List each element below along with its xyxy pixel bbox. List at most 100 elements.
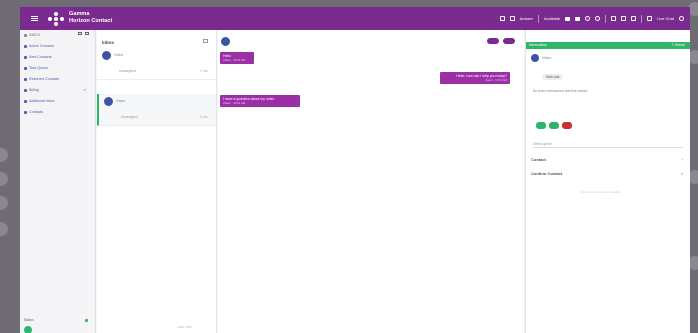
- resolved-icon: [24, 77, 27, 81]
- queue-select[interactable]: Select queue: [533, 142, 683, 148]
- phone-icon[interactable]: [585, 16, 591, 21]
- transfer-button[interactable]: [487, 38, 499, 44]
- status-text: Status: [24, 318, 34, 322]
- conversation-tag: Unassigned: [119, 69, 136, 73]
- sent-icon: [24, 55, 27, 59]
- bg-dot: [0, 148, 8, 162]
- section-label: Contact: [531, 157, 546, 162]
- sidebar-item-sent-contacts[interactable]: Sent Contacts: [24, 54, 52, 60]
- conversation-tag: Unassigned: [121, 115, 138, 119]
- contact-actions: [536, 122, 572, 129]
- billing-icon: [24, 88, 27, 92]
- avatar: [531, 54, 539, 62]
- sidebar-item-label: Resolved Contacts: [29, 77, 60, 81]
- chevron-down-icon[interactable]: ▾: [84, 87, 86, 93]
- message-meta: Visitor · 10:14 AM: [223, 58, 246, 63]
- calendar-icon[interactable]: [509, 16, 515, 21]
- sidebar-item-additional-inbox[interactable]: Additional Inbox: [24, 98, 55, 104]
- details-title: Information: [529, 43, 547, 47]
- details-count: 7 Online: [671, 43, 685, 47]
- message-bubble-incoming: I have a question about my order Visitor…: [220, 95, 300, 108]
- accept-button[interactable]: [536, 122, 546, 129]
- sidebar-item-label: Billing: [29, 88, 39, 92]
- avatar: [102, 51, 111, 60]
- reject-button[interactable]: [562, 122, 572, 129]
- details-note: No recent interactions with this contact: [533, 89, 588, 93]
- inbox-panel: Inbox Visitor Unassigned 2 min Visitor U…: [97, 30, 217, 333]
- sidebar-item-label: INBOX: [29, 33, 41, 37]
- conversation-time: 5 min: [200, 115, 208, 119]
- user-label[interactable]: Live Chat: [657, 16, 674, 21]
- chevron-icon[interactable]: ›: [682, 157, 683, 162]
- section-label: Confirm Contact: [531, 171, 563, 176]
- sidebar-item-inbox[interactable]: INBOX: [24, 32, 40, 38]
- user-icon[interactable]: [647, 16, 653, 21]
- person-icon: [24, 110, 27, 114]
- conversation-item[interactable]: Visitor Unassigned 2 min: [97, 48, 216, 80]
- sidebar-item-label: Contacts: [29, 110, 44, 114]
- conversation-item-active[interactable]: Visitor Unassigned 5 min: [97, 94, 216, 126]
- conversation-time: 2 min: [200, 69, 208, 73]
- divider: [641, 14, 643, 23]
- sidebar-item-label: Task Queue: [29, 66, 49, 70]
- pin-icon[interactable]: [85, 32, 89, 35]
- sidebar-item-billing[interactable]: Billing: [24, 87, 39, 93]
- message-bubble-incoming: Hello Visitor · 10:14 AM: [220, 52, 254, 65]
- sidebar-item-label: Active Contacts: [29, 44, 54, 48]
- brand-logo-icon: [48, 12, 64, 26]
- sidebar: INBOX Active Contacts Sent Contacts Task…: [20, 30, 96, 333]
- sidebar-toggle[interactable]: [78, 32, 89, 35]
- filter-icon[interactable]: [203, 39, 208, 43]
- contact-name: Visitor: [542, 56, 552, 60]
- search-icon[interactable]: ⌕: [681, 171, 683, 176]
- status-label[interactable]: Available: [544, 16, 560, 21]
- sidebar-item-contacts[interactable]: Contacts: [24, 109, 43, 115]
- grid-icon[interactable]: [621, 16, 627, 21]
- settings-icon[interactable]: [679, 16, 684, 21]
- chevron-icon[interactable]: [631, 16, 637, 21]
- collapse-icon[interactable]: [78, 32, 82, 35]
- sidebar-item-label: Sent Contacts: [29, 55, 52, 59]
- confirm-contact-section[interactable]: Confirm Contact ⌕: [531, 171, 686, 176]
- hold-button[interactable]: [549, 122, 559, 129]
- sidebar-item-label: Additional Inbox: [29, 99, 55, 103]
- sidebar-item-resolved-contacts[interactable]: Resolved Contacts: [24, 76, 59, 82]
- conversation-name: Visitor: [116, 99, 126, 103]
- bg-dot: [0, 222, 8, 236]
- toggle-icon[interactable]: [565, 16, 571, 21]
- divider: [537, 14, 539, 23]
- sidebar-status[interactable]: Status: [24, 318, 88, 322]
- clock-icon[interactable]: [595, 16, 601, 21]
- contacts-icon: [24, 44, 27, 48]
- video-icon[interactable]: [575, 16, 581, 21]
- refresh-icon[interactable]: [611, 16, 617, 21]
- inbox-title: Inbox: [102, 40, 114, 45]
- chat-actions: [487, 38, 515, 44]
- channel-chip: Web chat: [542, 74, 564, 80]
- top-navigation-bar: Gamma Horizon Contact Answer Available L…: [20, 7, 690, 30]
- help-label[interactable]: Answer: [520, 16, 533, 21]
- avatar[interactable]: [24, 326, 32, 333]
- close-chat-button[interactable]: [503, 38, 515, 44]
- headset-icon[interactable]: [499, 16, 505, 21]
- details-panel: Information 7 Online Visitor Web chat No…: [525, 30, 690, 333]
- topbar-actions: Answer Available Live Chat: [499, 14, 684, 23]
- inbox-icon: [24, 33, 27, 37]
- queue-icon: [24, 66, 27, 70]
- sidebar-item-task-queue[interactable]: Task Queue: [24, 65, 48, 71]
- message-meta: Visitor · 10:16 AM: [223, 101, 246, 106]
- divider: [605, 14, 607, 23]
- contact-section[interactable]: Contact ›: [531, 157, 686, 162]
- bg-dot: [0, 196, 8, 210]
- brand-name: Gamma Horizon Contact: [69, 11, 112, 24]
- message-meta: Agent · 10:15 AM: [485, 78, 507, 83]
- avatar: [104, 97, 113, 106]
- inbox2-icon: [24, 99, 27, 103]
- load-more-link[interactable]: Load more: [177, 325, 192, 329]
- menu-icon[interactable]: [31, 16, 38, 21]
- avatar: [221, 37, 230, 46]
- details-empty-text: No more information available: [581, 190, 621, 194]
- sidebar-item-active-contacts[interactable]: Active Contacts: [24, 43, 54, 49]
- message-bubble-outgoing: Hello, how can I help you today? Agent ·…: [440, 72, 510, 85]
- status-icon: [84, 318, 88, 322]
